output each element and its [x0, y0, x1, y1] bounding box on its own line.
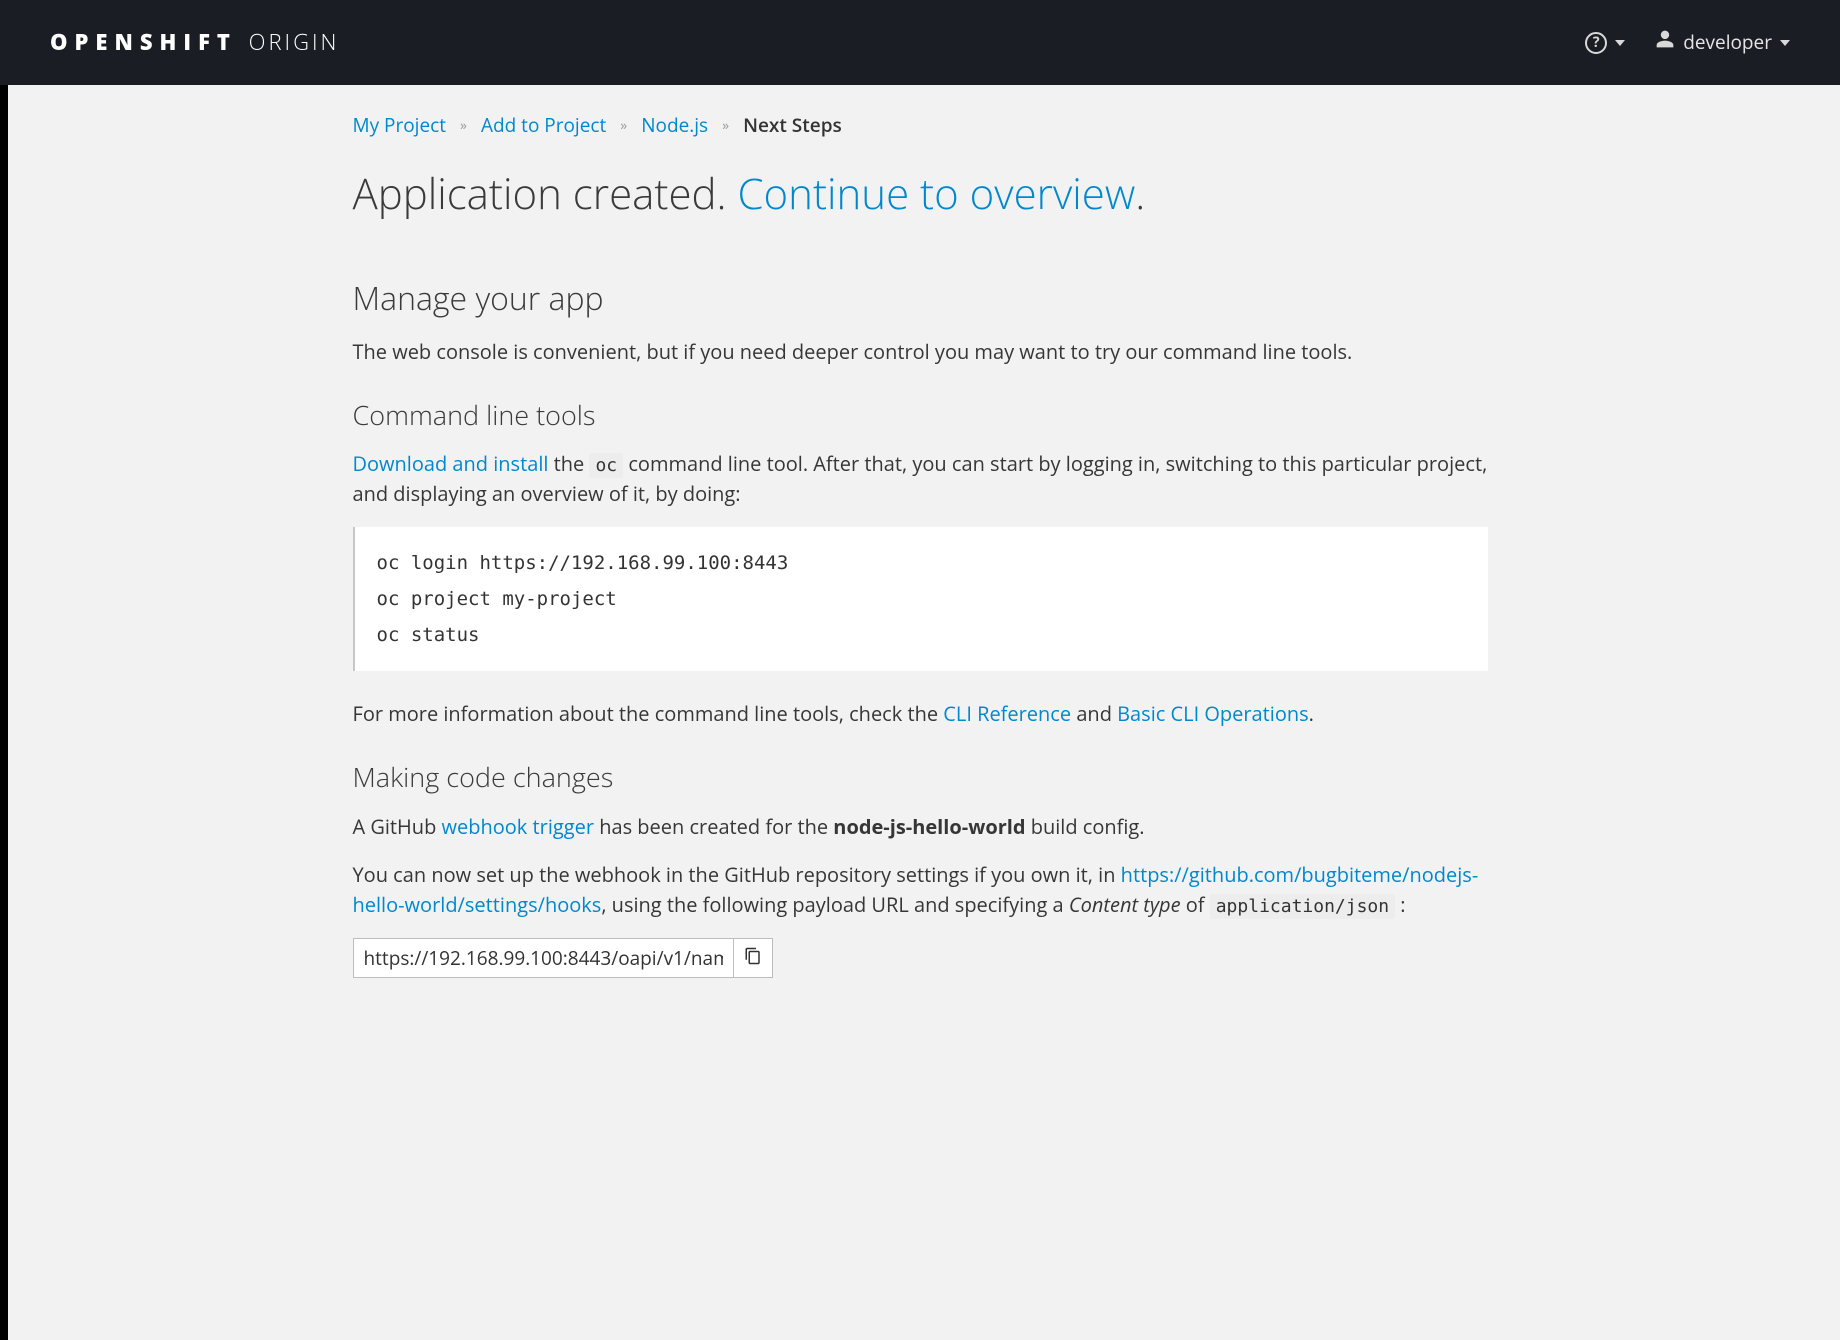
changes-p1-mid: has been created for the [594, 813, 833, 840]
breadcrumb-separator-icon: » [460, 115, 467, 136]
cli-more-info: For more information about the command l… [353, 699, 1488, 729]
changes-p1: A GitHub webhook trigger has been create… [353, 812, 1488, 842]
manage-text: The web console is convenient, but if yo… [353, 337, 1488, 367]
cli-more-post: . [1309, 700, 1314, 727]
webhook-trigger-link[interactable]: webhook trigger [442, 813, 594, 840]
download-install-link[interactable]: Download and install [353, 450, 549, 477]
changes-p2-pre: You can now set up the webhook in the Gi… [353, 861, 1121, 888]
cli-more-mid: and [1071, 700, 1117, 727]
cli-more-pre: For more information about the command l… [353, 700, 944, 727]
cli-text-1: the [548, 450, 589, 477]
changes-p1-post: build config. [1026, 813, 1145, 840]
user-name: developer [1683, 28, 1772, 57]
logo-bold: OPENSHIFT [50, 27, 237, 57]
manage-heading: Manage your app [353, 275, 1488, 323]
cli-paragraph: Download and install the oc command line… [353, 449, 1488, 509]
cli-codeblock: oc login https://192.168.99.100:8443 oc … [353, 527, 1488, 671]
oc-code: oc [589, 453, 623, 478]
copy-icon [744, 944, 762, 973]
user-icon [1655, 28, 1675, 57]
chevron-down-icon [1615, 40, 1625, 46]
help-icon: ? [1585, 32, 1607, 54]
page-title: Application created. Continue to overvie… [353, 162, 1488, 225]
topbar-right: ? developer [1585, 28, 1790, 57]
logo-light: ORIGIN [249, 27, 340, 57]
webhook-url-input[interactable] [353, 938, 733, 978]
help-dropdown[interactable]: ? [1585, 32, 1625, 54]
title-prefix: Application created. [353, 165, 738, 222]
changes-p2-post: : [1395, 891, 1405, 918]
breadcrumb: My Project » Add to Project » Node.js » … [353, 105, 1488, 162]
title-suffix: . [1135, 165, 1145, 222]
breadcrumb-separator-icon: » [722, 115, 729, 136]
user-dropdown[interactable]: developer [1655, 28, 1790, 57]
continue-overview-link[interactable]: Continue to overview [737, 165, 1135, 222]
content-type-em: Content type [1069, 891, 1181, 918]
content-type-code: application/json [1210, 894, 1395, 919]
cli-heading: Command line tools [353, 395, 1488, 436]
build-config-name: node-js-hello-world [833, 813, 1025, 840]
logo[interactable]: OPENSHIFT ORIGIN [50, 26, 339, 59]
changes-heading: Making code changes [353, 757, 1488, 798]
changes-p2-mid: , using the following payload URL and sp… [601, 891, 1069, 918]
breadcrumb-separator-icon: » [620, 115, 627, 136]
cli-reference-link[interactable]: CLI Reference [943, 700, 1071, 727]
basic-cli-ops-link[interactable]: Basic CLI Operations [1117, 700, 1309, 727]
top-navbar: OPENSHIFT ORIGIN ? developer [0, 0, 1840, 85]
breadcrumb-item-nodejs[interactable]: Node.js [641, 111, 708, 140]
changes-p2: You can now set up the webhook in the Gi… [353, 860, 1488, 920]
page-content: My Project » Add to Project » Node.js » … [323, 85, 1518, 1018]
breadcrumb-item-my-project[interactable]: My Project [353, 111, 447, 140]
breadcrumb-item-current: Next Steps [743, 111, 842, 140]
breadcrumb-item-add-to-project[interactable]: Add to Project [481, 111, 606, 140]
webhook-url-row [353, 938, 773, 978]
changes-p2-of: of [1181, 891, 1210, 918]
changes-p1-pre: A GitHub [353, 813, 442, 840]
sidebar-sliver [0, 0, 8, 1340]
copy-button[interactable] [733, 938, 773, 978]
chevron-down-icon [1780, 40, 1790, 46]
